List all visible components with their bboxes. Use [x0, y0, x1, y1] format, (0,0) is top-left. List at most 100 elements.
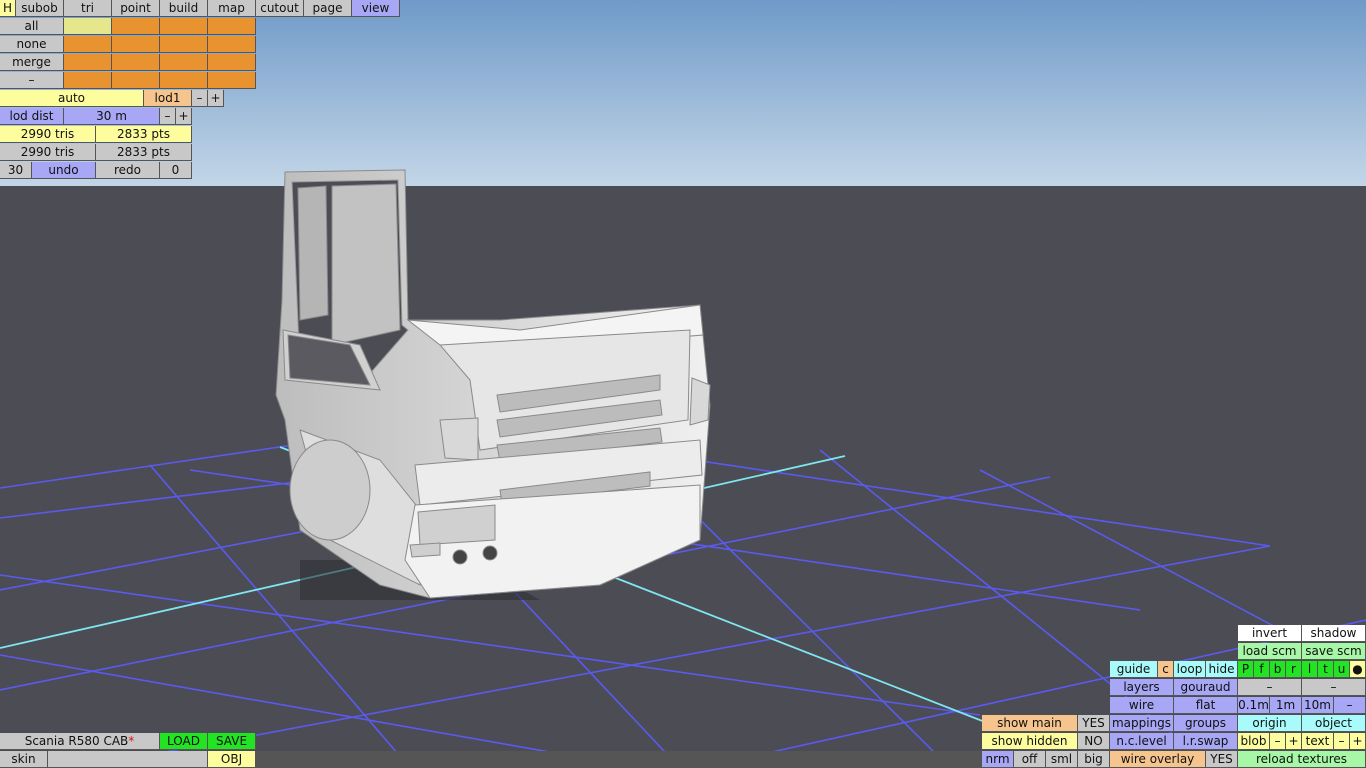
- save-scm-button[interactable]: save scm: [1302, 643, 1366, 660]
- subob-slot[interactable]: [160, 54, 208, 71]
- text-button[interactable]: text: [1302, 733, 1334, 750]
- view-b-button[interactable]: b: [1270, 661, 1286, 678]
- subob-slot[interactable]: [112, 36, 160, 53]
- subob-slot[interactable]: [160, 72, 208, 89]
- reload-textures-button[interactable]: reload textures: [1238, 751, 1366, 768]
- tab-build[interactable]: build: [160, 0, 208, 17]
- subob-slot[interactable]: [208, 36, 256, 53]
- lod-dist-label[interactable]: lod dist: [0, 108, 64, 125]
- hide-button[interactable]: hide: [1206, 661, 1238, 678]
- modified-mark: *: [128, 734, 135, 748]
- h-button[interactable]: H: [0, 0, 16, 17]
- blob-minus-button[interactable]: –: [1270, 733, 1286, 750]
- subob-slot[interactable]: [112, 72, 160, 89]
- mappings-button[interactable]: mappings: [1110, 715, 1174, 732]
- tab-subob[interactable]: subob: [16, 0, 64, 17]
- lod-dist-minus-button[interactable]: –: [160, 108, 176, 125]
- lr-swap-button[interactable]: l.r.swap: [1174, 733, 1238, 750]
- subob-slot[interactable]: [208, 54, 256, 71]
- blob-button[interactable]: blob: [1238, 733, 1270, 750]
- view-l-button[interactable]: l: [1302, 661, 1318, 678]
- file-name-text: Scania R580 CAB: [24, 734, 129, 748]
- subob-slot[interactable]: [112, 18, 160, 35]
- subob-slot[interactable]: [64, 18, 112, 35]
- obj-button[interactable]: OBJ: [208, 751, 256, 768]
- subob-slot[interactable]: [64, 36, 112, 53]
- nrm-button[interactable]: nrm: [982, 751, 1014, 768]
- undo-button[interactable]: undo: [32, 162, 96, 179]
- gouraud-button[interactable]: gouraud: [1174, 679, 1238, 696]
- redo-count: 0: [160, 162, 192, 179]
- groups-button[interactable]: groups: [1174, 715, 1238, 732]
- guide-button[interactable]: guide: [1110, 661, 1158, 678]
- lod-auto-button[interactable]: auto: [0, 90, 144, 107]
- redo-button[interactable]: redo: [96, 162, 160, 179]
- tab-point[interactable]: point: [112, 0, 160, 17]
- merge-button[interactable]: merge: [0, 54, 64, 71]
- lod-plus-button[interactable]: +: [208, 90, 224, 107]
- lod-dist-value[interactable]: 30 m: [64, 108, 160, 125]
- view-r-button[interactable]: r: [1286, 661, 1302, 678]
- load-scm-button[interactable]: load scm: [1238, 643, 1302, 660]
- tab-map[interactable]: map: [208, 0, 256, 17]
- blob-plus-button[interactable]: +: [1286, 733, 1302, 750]
- subob-slot[interactable]: [208, 18, 256, 35]
- big-button[interactable]: big: [1078, 751, 1110, 768]
- origin-button[interactable]: origin: [1238, 715, 1302, 732]
- select-all-button[interactable]: all: [0, 18, 64, 35]
- load-button[interactable]: LOAD: [160, 733, 208, 750]
- lod-level[interactable]: lod1: [144, 90, 192, 107]
- layers-button[interactable]: layers: [1110, 679, 1174, 696]
- show-main-button[interactable]: show main: [982, 715, 1078, 732]
- tab-cutout[interactable]: cutout: [256, 0, 304, 17]
- grid-0-1m-button[interactable]: 0.1m: [1238, 697, 1270, 714]
- shadow-button[interactable]: shadow: [1302, 625, 1366, 642]
- lod-minus-button[interactable]: –: [192, 90, 208, 107]
- c-button[interactable]: c: [1158, 661, 1174, 678]
- subob-slot[interactable]: [208, 72, 256, 89]
- tab-tri[interactable]: tri: [64, 0, 112, 17]
- view-f-button[interactable]: f: [1254, 661, 1270, 678]
- subob-slot[interactable]: [160, 36, 208, 53]
- wire-button[interactable]: wire: [1110, 697, 1174, 714]
- save-button[interactable]: SAVE: [208, 733, 256, 750]
- minus-button[interactable]: –: [0, 72, 64, 89]
- skin-button[interactable]: skin: [0, 751, 48, 768]
- flat-button[interactable]: flat: [1174, 697, 1238, 714]
- loop-button[interactable]: loop: [1174, 661, 1206, 678]
- subob-slot[interactable]: [112, 54, 160, 71]
- dash-field[interactable]: –: [1238, 679, 1302, 696]
- object-button[interactable]: object: [1302, 715, 1366, 732]
- nc-level-button[interactable]: n.c.level: [1110, 733, 1174, 750]
- sml-button[interactable]: sml: [1046, 751, 1078, 768]
- grid-1m-button[interactable]: 1m: [1270, 697, 1302, 714]
- subob-slot[interactable]: [64, 72, 112, 89]
- lod-dist-plus-button[interactable]: +: [176, 108, 192, 125]
- view-dot-button[interactable]: ●: [1350, 661, 1366, 678]
- show-hidden-button[interactable]: show hidden: [982, 733, 1078, 750]
- pts-count: 2833 pts: [96, 126, 192, 143]
- tris-count: 2990 tris: [0, 126, 96, 143]
- view-p-button[interactable]: P: [1238, 661, 1254, 678]
- subob-slot[interactable]: [64, 54, 112, 71]
- view-u-button[interactable]: u: [1334, 661, 1350, 678]
- wire-overlay-value[interactable]: YES: [1206, 751, 1238, 768]
- dash-field[interactable]: –: [1302, 679, 1366, 696]
- tab-page[interactable]: page: [304, 0, 352, 17]
- view-t-button[interactable]: t: [1318, 661, 1334, 678]
- off-button[interactable]: off: [1014, 751, 1046, 768]
- file-name[interactable]: Scania R580 CAB*: [0, 733, 160, 750]
- text-minus-button[interactable]: –: [1334, 733, 1350, 750]
- grid-dash-button[interactable]: –: [1334, 697, 1366, 714]
- text-plus-button[interactable]: +: [1350, 733, 1366, 750]
- wire-overlay-button[interactable]: wire overlay: [1110, 751, 1206, 768]
- 3d-viewport[interactable]: [0, 0, 1366, 768]
- grid-10m-button[interactable]: 10m: [1302, 697, 1334, 714]
- subob-slot[interactable]: [160, 18, 208, 35]
- invert-button[interactable]: invert: [1238, 625, 1302, 642]
- show-hidden-value[interactable]: NO: [1078, 733, 1110, 750]
- tab-view[interactable]: view: [352, 0, 400, 17]
- show-main-value[interactable]: YES: [1078, 715, 1110, 732]
- select-none-button[interactable]: none: [0, 36, 64, 53]
- skin-field[interactable]: [48, 751, 208, 768]
